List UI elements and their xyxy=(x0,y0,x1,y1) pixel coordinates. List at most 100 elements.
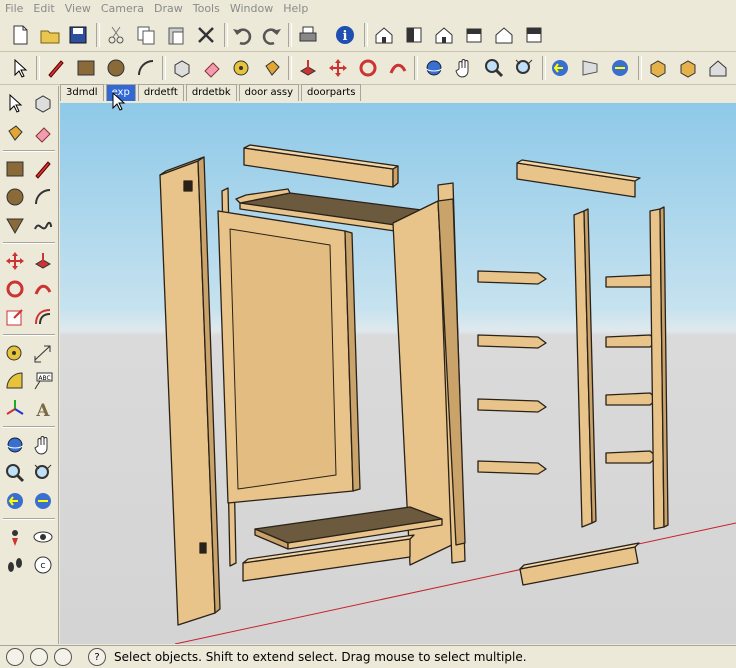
paint-bucket-icon[interactable] xyxy=(2,120,28,146)
pan-hand-icon[interactable] xyxy=(452,56,476,80)
dimension-icon[interactable] xyxy=(30,340,56,366)
select-arrow-icon[interactable] xyxy=(2,90,28,116)
3d-text-icon[interactable]: A xyxy=(30,396,56,422)
tape-measure-icon[interactable] xyxy=(2,340,28,366)
push-pull-icon[interactable] xyxy=(30,248,56,274)
front-view-icon[interactable] xyxy=(432,23,456,47)
print-icon[interactable] xyxy=(296,23,320,47)
open-file-icon[interactable] xyxy=(38,23,62,47)
follow-me-icon[interactable] xyxy=(386,56,410,80)
zoom-icon[interactable] xyxy=(482,56,506,80)
pan-hand-icon[interactable] xyxy=(30,432,56,458)
tab-drdetbk[interactable]: drdetbk xyxy=(185,84,237,101)
move-icon[interactable] xyxy=(326,56,350,80)
rectangle-icon[interactable] xyxy=(2,156,28,182)
tab-door-assy[interactable]: door assy xyxy=(238,84,299,101)
door-rail xyxy=(605,392,658,406)
top-view-icon[interactable] xyxy=(402,23,426,47)
credits-icon[interactable] xyxy=(30,648,48,666)
rotate-icon[interactable] xyxy=(2,276,28,302)
back-view-icon[interactable] xyxy=(492,23,516,47)
drawing-viewport[interactable] xyxy=(60,103,736,644)
walk-icon[interactable] xyxy=(2,552,28,578)
help-icon[interactable]: ? xyxy=(88,648,106,666)
make-component-icon[interactable] xyxy=(170,56,194,80)
toolbar-separator xyxy=(288,56,292,80)
offset-icon[interactable] xyxy=(30,304,56,330)
menu-view[interactable]: View xyxy=(60,0,96,18)
circle-icon[interactable] xyxy=(104,56,128,80)
menu-tools[interactable]: Tools xyxy=(188,0,225,18)
select-arrow-icon[interactable] xyxy=(8,56,32,80)
model-info-icon[interactable]: i xyxy=(333,23,357,47)
eraser-icon[interactable] xyxy=(30,120,56,146)
redo-icon[interactable] xyxy=(260,23,284,47)
pencil-icon[interactable] xyxy=(44,56,68,80)
tab-drdetft[interactable]: drdetft xyxy=(137,84,184,101)
save-icon[interactable] xyxy=(66,23,90,47)
previous-view-icon[interactable] xyxy=(548,56,572,80)
copy-icon[interactable] xyxy=(134,23,158,47)
follow-me-icon[interactable] xyxy=(30,276,56,302)
zoom-extents-icon[interactable] xyxy=(608,56,632,80)
text-label-icon[interactable]: ABC xyxy=(30,368,56,394)
tab-doorparts[interactable]: doorparts xyxy=(301,84,362,101)
menu-camera[interactable]: Camera xyxy=(96,0,149,18)
menu-window[interactable]: Window xyxy=(225,0,278,18)
new-file-icon[interactable] xyxy=(8,23,32,47)
right-view-icon[interactable] xyxy=(462,23,486,47)
palette-separator xyxy=(3,150,55,152)
zoom-icon[interactable] xyxy=(2,460,28,486)
tab-3dmdl[interactable]: 3dmdl xyxy=(60,84,104,101)
scale-icon[interactable] xyxy=(2,304,28,330)
eraser-icon[interactable] xyxy=(200,56,224,80)
paste-icon[interactable] xyxy=(164,23,188,47)
share-model-icon[interactable] xyxy=(676,56,700,80)
rectangle-icon[interactable] xyxy=(74,56,98,80)
zoom-extents-icon[interactable] xyxy=(30,488,56,514)
rotate-icon[interactable] xyxy=(356,56,380,80)
polygon-icon[interactable] xyxy=(2,212,28,238)
left-view-icon[interactable] xyxy=(522,23,546,47)
arc-icon[interactable] xyxy=(134,56,158,80)
freehand-icon[interactable] xyxy=(30,212,56,238)
menu-draw[interactable]: Draw xyxy=(149,0,188,18)
mouse-cursor-icon xyxy=(112,92,126,111)
large-tool-set: ABC A C xyxy=(0,86,59,644)
next-view-icon[interactable] xyxy=(578,56,602,80)
orbit-icon[interactable] xyxy=(422,56,446,80)
menu-help[interactable]: Help xyxy=(278,0,313,18)
palette-separator xyxy=(3,426,55,428)
orbit-icon[interactable] xyxy=(2,432,28,458)
erase-icon[interactable] xyxy=(194,23,218,47)
section-plane-icon[interactable]: C xyxy=(30,552,56,578)
get-models-icon[interactable] xyxy=(646,56,670,80)
look-around-icon[interactable] xyxy=(30,524,56,550)
protractor-icon[interactable] xyxy=(2,368,28,394)
arc-icon[interactable] xyxy=(30,184,56,210)
iso-view-icon[interactable] xyxy=(372,23,396,47)
axes-icon[interactable] xyxy=(2,396,28,422)
paint-bucket-icon[interactable] xyxy=(260,56,284,80)
geo-location-icon[interactable] xyxy=(6,648,24,666)
move-icon[interactable] xyxy=(2,248,28,274)
user-icon[interactable] xyxy=(54,648,72,666)
push-pull-icon[interactable] xyxy=(296,56,320,80)
make-component-icon[interactable] xyxy=(30,90,56,116)
toolbar-separator xyxy=(36,56,40,80)
top-crown-board xyxy=(243,147,394,188)
circle-icon[interactable] xyxy=(2,184,28,210)
pencil-icon[interactable] xyxy=(30,156,56,182)
menu-edit[interactable]: Edit xyxy=(28,0,59,18)
zoom-window-icon[interactable] xyxy=(30,460,56,486)
menu-file[interactable]: File xyxy=(0,0,28,18)
position-camera-icon[interactable] xyxy=(2,524,28,550)
component-icon[interactable] xyxy=(706,56,730,80)
previous-view-icon[interactable] xyxy=(2,488,28,514)
undo-icon[interactable] xyxy=(230,23,254,47)
cut-icon[interactable] xyxy=(104,23,128,47)
tape-measure-icon[interactable] xyxy=(230,56,254,80)
palette-separator xyxy=(3,242,55,244)
zoom-window-icon[interactable] xyxy=(512,56,536,80)
toolbar-separator xyxy=(414,56,418,80)
